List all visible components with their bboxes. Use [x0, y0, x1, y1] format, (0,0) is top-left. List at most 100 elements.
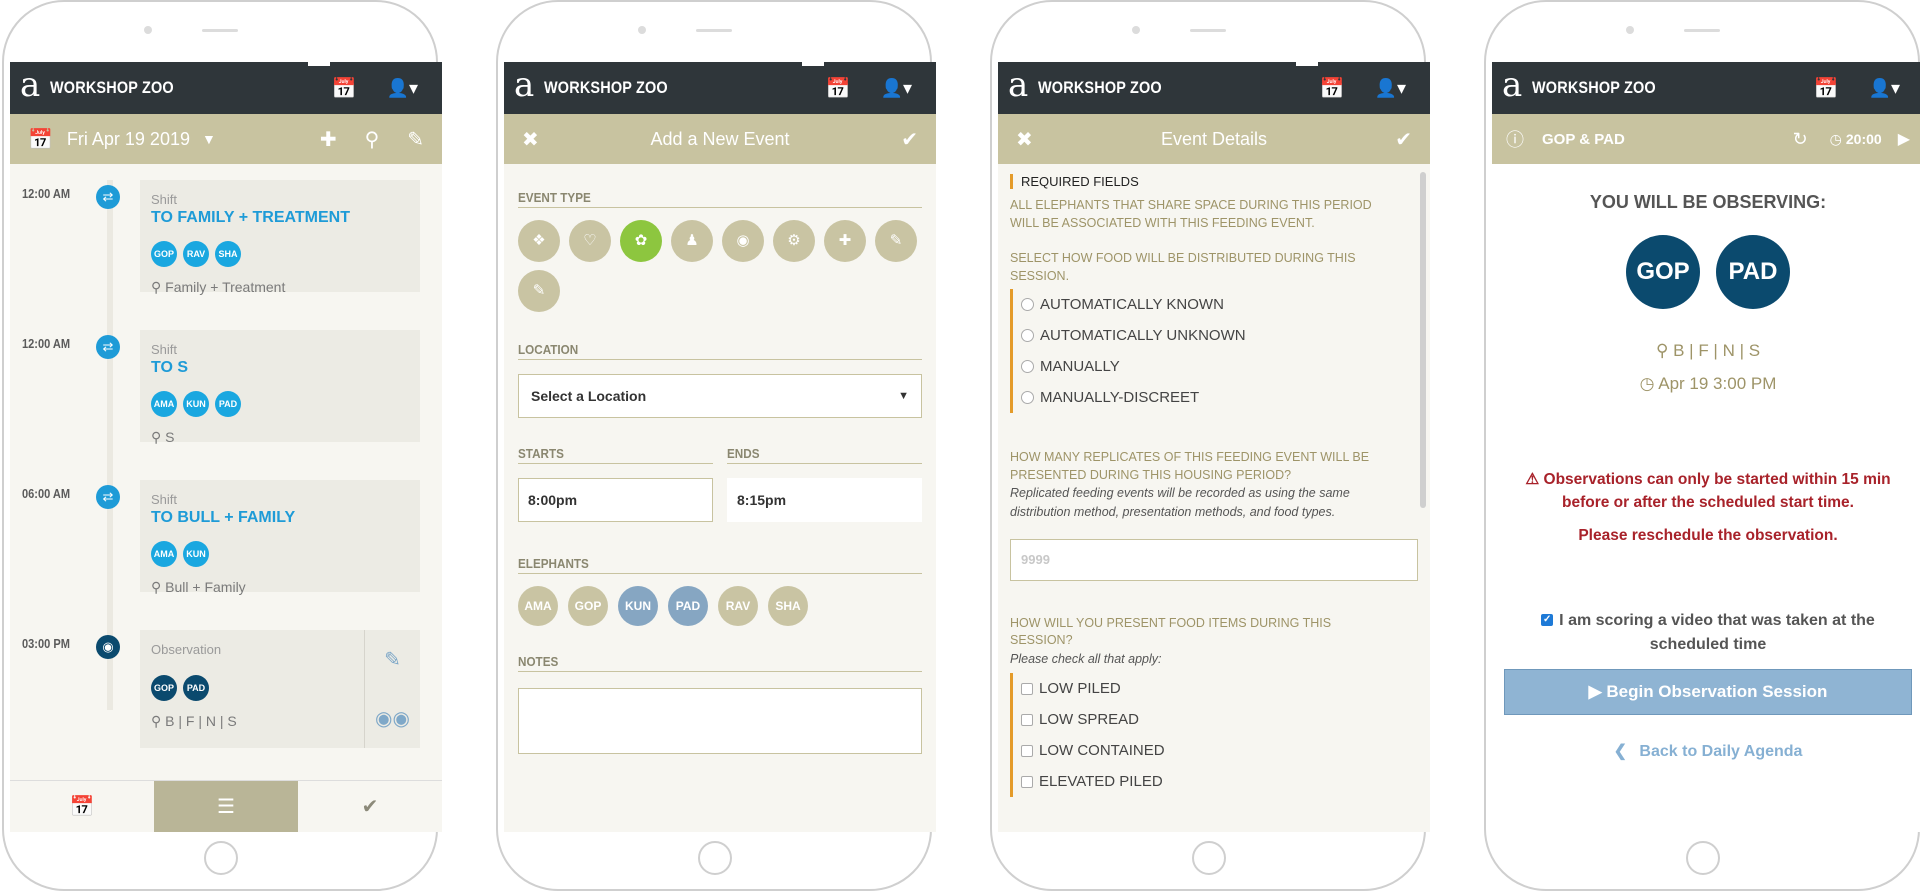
checkbox-option[interactable]: LOW CONTAINED — [1021, 735, 1418, 766]
elephant-chip[interactable]: GOP — [151, 675, 177, 701]
checkbox-option[interactable]: ELEVATED PILED — [1021, 766, 1418, 797]
heart-icon[interactable]: ♡ — [569, 220, 611, 262]
distribution-options: AUTOMATICALLY KNOWN AUTOMATICALLY UNKNOW… — [1010, 289, 1418, 413]
notes-textarea[interactable] — [518, 688, 922, 754]
event-card[interactable]: Shift TO BULL + FAMILY AMA KUN ⚲ Bull + … — [140, 480, 420, 595]
user-menu-icon[interactable]: 👤▾ — [1375, 78, 1406, 99]
event-time: 12:00 AM — [22, 336, 71, 351]
elephant-chip[interactable]: KUN — [183, 391, 209, 417]
check-icon[interactable]: ✔ — [1395, 127, 1412, 152]
event-time: 06:00 AM — [22, 486, 71, 501]
edit-icon[interactable]: ✎ — [407, 127, 424, 152]
form-title: Add a New Event — [650, 128, 790, 149]
radio-option[interactable]: AUTOMATICALLY KNOWN — [1021, 289, 1418, 320]
elephant-chip[interactable]: AMA — [151, 541, 177, 567]
end-time-input[interactable]: 8:15pm — [727, 478, 922, 522]
search-icon[interactable]: ⚲ — [365, 127, 380, 152]
elephant-chip[interactable]: SHA — [215, 241, 241, 267]
elephant-chip[interactable]: RAV — [183, 241, 209, 267]
location-select[interactable]: Select a Location ▼ — [518, 374, 922, 418]
elephant-chip[interactable]: AMA — [518, 586, 558, 626]
close-icon[interactable]: ✖ — [522, 127, 539, 152]
elephant-chip[interactable]: PAD — [1716, 235, 1790, 309]
presentation-help: Please check all that apply: — [1010, 651, 1162, 666]
radio-option[interactable]: MANUALLY-DISCREET — [1021, 382, 1418, 413]
checkbox[interactable] — [1021, 775, 1033, 788]
chevron-down-icon[interactable]: ▼ — [202, 131, 216, 147]
section-label: ENDS — [727, 446, 922, 464]
start-time-input[interactable]: 8:00pm — [518, 478, 713, 522]
scrollbar[interactable] — [1420, 172, 1426, 508]
radio-button[interactable] — [1021, 391, 1034, 404]
user-menu-icon[interactable]: 👤▾ — [1869, 78, 1900, 99]
elephant-chip[interactable]: RAV — [718, 586, 758, 626]
calendar-check-icon[interactable]: 📅 — [332, 76, 357, 101]
feeding-icon[interactable]: ✿ — [620, 220, 662, 262]
top-bar: a WORKSHOP ZOO 📅 👤▾ — [1492, 62, 1920, 114]
back-to-agenda-link[interactable]: ❮ Back to Daily Agenda — [1492, 741, 1920, 761]
tab-completed[interactable]: ✔ — [298, 781, 442, 832]
replicates-help: Replicated feeding events will be record… — [1010, 486, 1350, 520]
option-label: ELEVATED PILED — [1039, 773, 1163, 791]
elephant-chip[interactable]: KUN — [618, 586, 658, 626]
event-card[interactable]: Shift TO S AMA KUN PAD ⚲ S — [140, 330, 420, 445]
radio-button[interactable] — [1021, 298, 1034, 311]
checkbox-option[interactable]: LOW PILED — [1021, 673, 1418, 704]
elephant-chip[interactable]: PAD — [183, 675, 209, 701]
binoculars-icon[interactable]: ◉◉ — [375, 706, 410, 731]
tab-list[interactable]: ☰ — [154, 781, 298, 832]
elephant-chip[interactable]: SHA — [768, 586, 808, 626]
checkbox-option[interactable]: LOW SPREAD — [1021, 704, 1418, 735]
radio-option[interactable]: AUTOMATICALLY UNKNOWN — [1021, 320, 1418, 351]
elephant-chip[interactable]: PAD — [215, 391, 241, 417]
location-text: B | F | N | S — [1673, 341, 1761, 360]
puzzle-icon[interactable]: ❖ — [518, 220, 560, 262]
elephant-chip[interactable]: GOP — [1626, 235, 1700, 309]
event-card[interactable]: Shift TO FAMILY + TREATMENT GOP RAV SHA … — [140, 180, 420, 295]
begin-observation-button[interactable]: ▶ Begin Observation Session — [1504, 668, 1912, 715]
event-card[interactable]: Observation GOP PAD ⚲ B | F | N | S ✎ ◉◉ — [140, 630, 420, 748]
user-menu-icon[interactable]: 👤▾ — [387, 78, 418, 99]
refresh-icon[interactable]: ↻ — [1793, 129, 1808, 150]
close-icon[interactable]: ✖ — [1016, 127, 1033, 152]
checkbox[interactable] — [1021, 713, 1033, 726]
pencil-icon[interactable]: ✎ — [518, 270, 560, 312]
calendar-check-icon[interactable]: 📅 — [1814, 76, 1839, 101]
binoculars-icon[interactable]: ◉ — [722, 220, 764, 262]
logo: a — [1502, 65, 1523, 105]
calendar-icon[interactable]: 📅 — [28, 127, 53, 152]
option-label: LOW PILED — [1039, 680, 1121, 698]
radio-button[interactable] — [1021, 329, 1034, 342]
medical-kit-icon[interactable]: ✚ — [824, 220, 866, 262]
radio-option[interactable]: MANUALLY — [1021, 351, 1418, 382]
checkbox[interactable] — [1021, 744, 1033, 757]
event-title[interactable]: TO BULL + FAMILY — [151, 509, 410, 527]
elephant-chip[interactable]: PAD — [668, 586, 708, 626]
replicates-input[interactable]: 9999 — [1010, 538, 1418, 581]
question-presentation: HOW WILL YOU PRESENT FOOD ITEMS DURING T… — [1010, 615, 1332, 648]
date-picker[interactable]: Fri Apr 19 2019 — [67, 129, 190, 150]
user-menu-icon[interactable]: 👤▾ — [881, 78, 912, 99]
elephant-chip[interactable]: GOP — [151, 241, 177, 267]
checkbox-checked[interactable]: ✓ — [1541, 614, 1554, 627]
video-checkbox-row[interactable]: ✓ I am scoring a video that was taken at … — [1492, 609, 1920, 657]
event-title[interactable]: TO FAMILY + TREATMENT — [151, 209, 410, 227]
starts-col: STARTS 8:00pm — [518, 446, 713, 522]
calendar-check-icon[interactable]: 📅 — [826, 76, 851, 101]
info-icon[interactable]: ⓘ — [1506, 126, 1524, 152]
elephant-chip[interactable]: GOP — [568, 586, 608, 626]
event-title[interactable]: TO S — [151, 359, 410, 377]
edit-icon[interactable]: ✎ — [384, 647, 401, 672]
elephant-chip[interactable]: KUN — [183, 541, 209, 567]
gear-icon[interactable]: ⚙ — [773, 220, 815, 262]
elephant-chip[interactable]: AMA — [151, 391, 177, 417]
checkbox[interactable] — [1021, 682, 1033, 695]
radio-button[interactable] — [1021, 360, 1034, 373]
play-icon[interactable]: ▶ — [1898, 129, 1910, 149]
tab-calendar[interactable]: 📅 — [10, 781, 154, 832]
pencil-icon[interactable]: ✎ — [875, 220, 917, 262]
person-icon[interactable]: ♟ — [671, 220, 713, 262]
calendar-check-icon[interactable]: 📅 — [1320, 76, 1345, 101]
add-icon[interactable]: ✚ — [320, 127, 337, 152]
check-icon[interactable]: ✔ — [901, 127, 918, 152]
